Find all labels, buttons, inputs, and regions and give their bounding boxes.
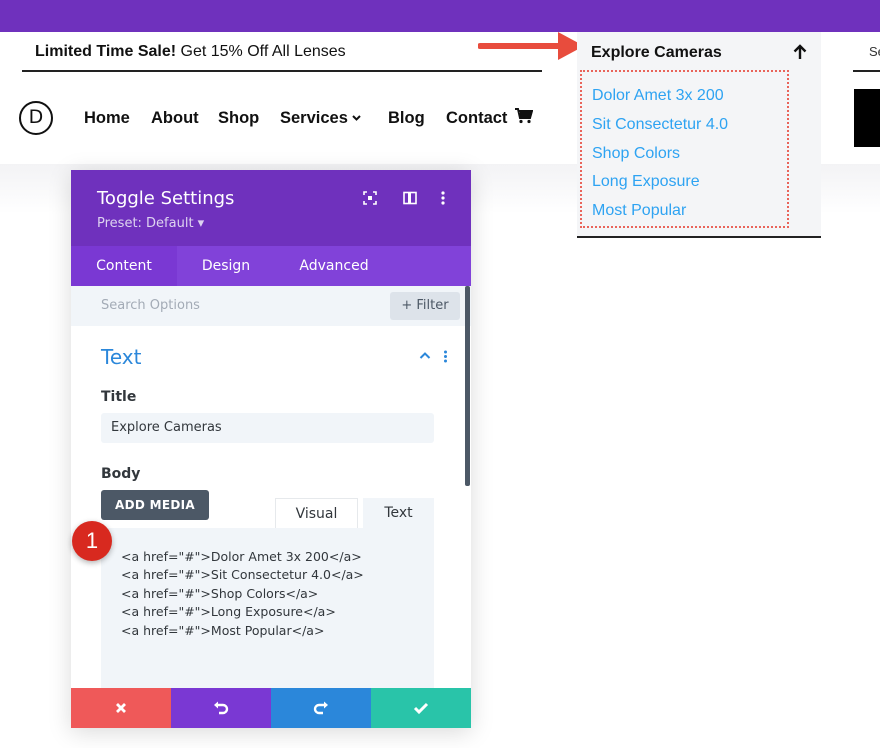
preset-selector[interactable]: Preset: Default ▾ bbox=[97, 216, 204, 231]
nav-blog[interactable]: Blog bbox=[388, 107, 425, 129]
search-options-input[interactable]: Search Options bbox=[101, 286, 200, 326]
nav-contact[interactable]: Contact bbox=[446, 107, 507, 129]
undo-icon bbox=[214, 701, 229, 715]
undo-button[interactable] bbox=[171, 688, 271, 728]
modal-tabs: Content Design Advanced bbox=[71, 246, 471, 286]
cancel-button[interactable] bbox=[71, 688, 171, 728]
code-line: <a href="#">Shop Colors</a> bbox=[121, 586, 319, 601]
promo-text: Get 15% Off All Lenses bbox=[176, 43, 346, 60]
code-line: <a href="#">Long Exposure</a> bbox=[121, 604, 336, 619]
header-search-field[interactable]: Se bbox=[853, 32, 880, 72]
modal-title: Toggle Settings bbox=[97, 188, 235, 209]
split-view-icon[interactable] bbox=[403, 191, 417, 205]
code-line: <a href="#">Most Popular</a> bbox=[121, 623, 325, 638]
save-button[interactable] bbox=[371, 688, 471, 728]
nav-services[interactable]: Services bbox=[280, 107, 348, 129]
toggle-link[interactable]: Sit Consectetur 4.0 bbox=[592, 115, 728, 135]
redo-icon bbox=[313, 701, 328, 715]
toggle-title[interactable]: Explore Cameras bbox=[591, 44, 722, 62]
toggle-link[interactable]: Long Exposure bbox=[592, 172, 700, 192]
editor-tab-visual[interactable]: Visual bbox=[275, 498, 358, 528]
close-icon bbox=[116, 703, 126, 713]
section-title-text[interactable]: Text bbox=[101, 346, 141, 368]
arrow-up-icon[interactable] bbox=[793, 44, 807, 60]
toggle-module[interactable]: Explore Cameras Dolor Amet 3x 200 Sit Co… bbox=[577, 32, 821, 238]
nav-about[interactable]: About bbox=[151, 107, 199, 129]
redo-button[interactable] bbox=[271, 688, 371, 728]
nav-home[interactable]: Home bbox=[84, 107, 130, 129]
top-purple-bar bbox=[0, 0, 880, 32]
filter-button[interactable]: + Filter bbox=[390, 292, 460, 320]
tab-content[interactable]: Content bbox=[71, 246, 177, 286]
chevron-down-icon[interactable] bbox=[351, 112, 362, 123]
panel-scrollbar[interactable] bbox=[465, 286, 470, 486]
toggle-link[interactable]: Dolor Amet 3x 200 bbox=[592, 86, 724, 106]
site-logo[interactable]: D bbox=[19, 101, 53, 135]
annotation-step-badge: 1 bbox=[72, 521, 112, 561]
cart-icon[interactable] bbox=[515, 108, 533, 124]
header-dark-block bbox=[854, 89, 880, 147]
tab-design[interactable]: Design bbox=[177, 246, 275, 286]
tab-advanced[interactable]: Advanced bbox=[281, 246, 387, 286]
toggle-link-list: Dolor Amet 3x 200 Sit Consectetur 4.0 Sh… bbox=[580, 70, 789, 228]
editor-tab-text[interactable]: Text bbox=[363, 498, 434, 528]
modal-header: Toggle Settings Preset: Default ▾ bbox=[71, 170, 471, 246]
settings-modal: Toggle Settings Preset: Default ▾ Conten… bbox=[71, 170, 471, 728]
code-line: <a href="#">Sit Consectetur 4.0</a> bbox=[121, 567, 364, 582]
promo-bold: Limited Time Sale! bbox=[35, 43, 177, 60]
section-options-icon[interactable] bbox=[443, 350, 448, 363]
body-code-editor[interactable]: <a href="#">Dolor Amet 3x 200</a> <a hre… bbox=[101, 528, 434, 688]
add-media-button[interactable]: ADD MEDIA bbox=[101, 490, 209, 520]
options-search-row: Search Options + Filter bbox=[71, 286, 471, 326]
checkmark-icon bbox=[413, 702, 429, 715]
toggle-link[interactable]: Shop Colors bbox=[592, 144, 680, 164]
fullscreen-icon[interactable] bbox=[363, 191, 377, 205]
title-label: Title bbox=[101, 389, 137, 405]
chevron-up-icon[interactable] bbox=[419, 351, 431, 360]
code-line: <a href="#">Dolor Amet 3x 200</a> bbox=[121, 549, 362, 564]
title-input[interactable]: Explore Cameras bbox=[101, 413, 434, 443]
nav-shop[interactable]: Shop bbox=[218, 107, 259, 129]
promo-bar: Limited Time Sale! Get 15% Off All Lense… bbox=[22, 32, 542, 72]
pointer-arrow-icon bbox=[478, 32, 584, 60]
more-options-icon[interactable] bbox=[440, 191, 446, 205]
toggle-link[interactable]: Most Popular bbox=[592, 201, 686, 221]
body-label: Body bbox=[101, 466, 141, 482]
